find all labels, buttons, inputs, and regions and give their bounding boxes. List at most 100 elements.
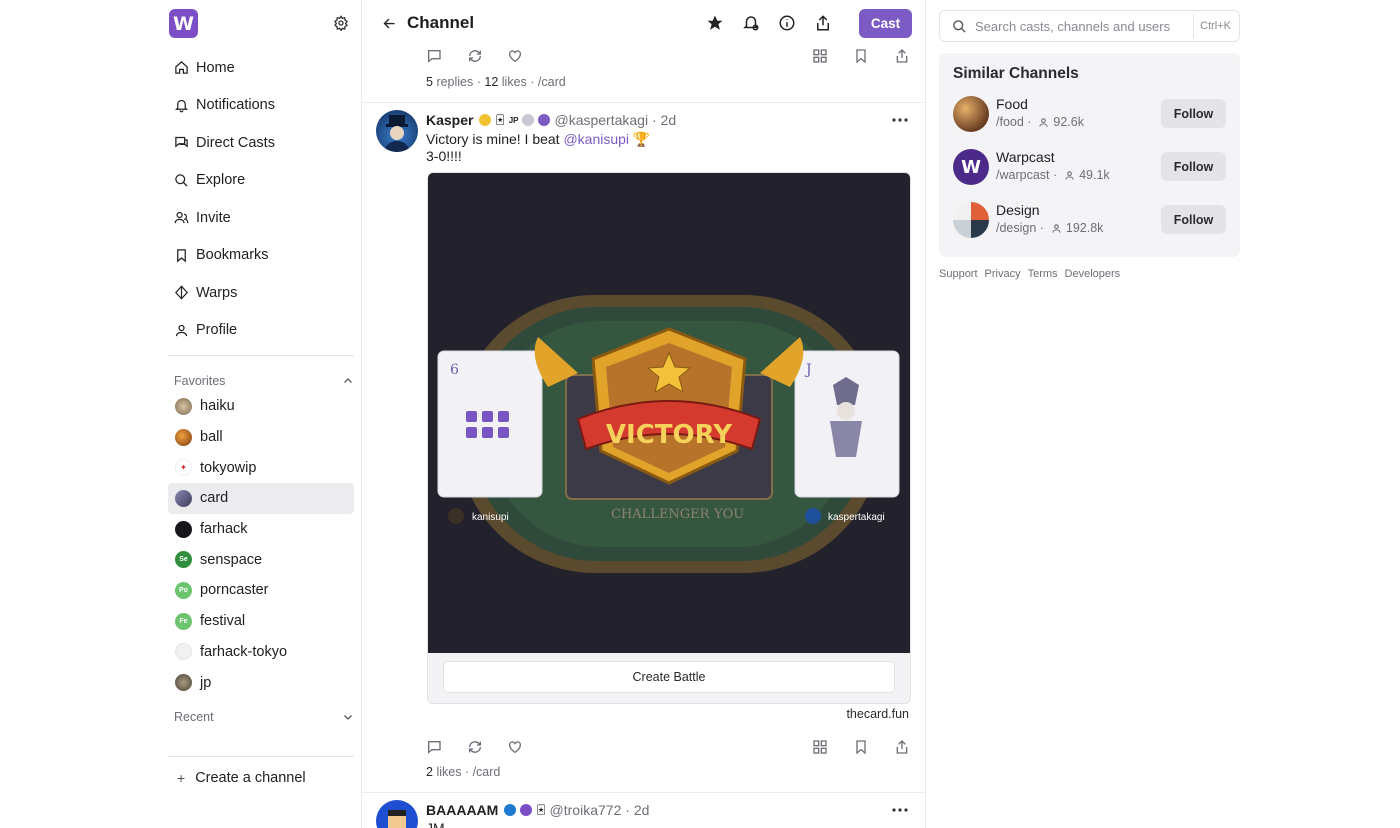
you-label: YOU: [713, 507, 744, 522]
gear-icon[interactable]: [333, 15, 349, 31]
channel-avatar: [175, 428, 192, 446]
channel-name: Warpcast: [996, 149, 1055, 165]
avatar[interactable]: [376, 800, 418, 828]
cast-button[interactable]: Cast: [859, 9, 912, 38]
favorite-label: jp: [200, 674, 212, 691]
channel-avatar: [175, 520, 192, 538]
bookmark-icon[interactable]: [853, 48, 869, 64]
chat-icon: [175, 137, 188, 148]
terms-link[interactable]: Terms: [1028, 268, 1058, 280]
author-handle[interactable]: @kaspertakagi: [554, 112, 648, 128]
favorite-tokyowip[interactable]: ✦ tokyowip: [168, 452, 354, 483]
avatar[interactable]: [376, 110, 418, 152]
author-name[interactable]: BAAAAAM: [426, 802, 498, 818]
nav-direct-casts[interactable]: Direct Casts: [174, 124, 354, 162]
badge-icon: [522, 114, 535, 126]
follow-button[interactable]: Follow: [1161, 152, 1226, 181]
info-icon[interactable]: [778, 14, 796, 32]
share-icon[interactable]: [894, 739, 910, 755]
feed-header: Channel Cast: [362, 0, 925, 47]
favorite-porncaster[interactable]: Po porncaster: [168, 575, 354, 606]
right-player: kaspertakagi: [828, 512, 885, 523]
warpcast-logo[interactable]: W: [169, 9, 198, 38]
channel-meta: /warpcast · 49.1k: [996, 168, 1110, 182]
follow-button[interactable]: Follow: [1161, 205, 1226, 234]
header-actions: [688, 14, 832, 32]
favorite-senspace[interactable]: Se senspace: [168, 544, 354, 575]
similar-channels-title: Similar Channels: [953, 65, 1079, 82]
heart-icon[interactable]: [507, 739, 523, 755]
star-icon[interactable]: [706, 14, 724, 32]
arrow-left-icon[interactable]: [382, 16, 397, 31]
frame-domain[interactable]: thecard.fun: [846, 707, 909, 721]
post-stats: 2 likes · /card: [426, 765, 501, 779]
likes-count[interactable]: 2: [426, 765, 433, 779]
nav-label: Direct Casts: [196, 134, 275, 151]
replies-count[interactable]: 5: [426, 75, 433, 89]
follow-button[interactable]: Follow: [1161, 99, 1226, 128]
nav-home[interactable]: Home: [174, 49, 354, 87]
recent-label: Recent: [174, 710, 214, 724]
search-input[interactable]: Search casts, channels and users Ctrl+K: [939, 10, 1240, 42]
channel-row-warpcast[interactable]: W Warpcast /warpcast · 49.1k Follow: [953, 149, 1226, 185]
privacy-link[interactable]: Privacy: [985, 268, 1021, 280]
favorites-header[interactable]: Favorites: [174, 374, 354, 388]
favorite-festival[interactable]: Fe festival: [168, 606, 354, 637]
more-icon[interactable]: [891, 117, 909, 123]
grid-icon[interactable]: [812, 48, 828, 64]
channel-link[interactable]: /card: [473, 765, 501, 779]
nav-label: Notifications: [196, 97, 275, 114]
share-icon[interactable]: [814, 14, 832, 32]
comment-icon[interactable]: [426, 739, 442, 755]
share-icon[interactable]: [894, 48, 910, 64]
right-card: J: [794, 350, 900, 498]
frame-embed: 6 J VICTORY kanisupi CHALLENGER YOU kasp…: [427, 172, 911, 704]
favorite-label: festival: [200, 613, 246, 630]
channel-row-design[interactable]: Design /design · 192.8k Follow: [953, 202, 1226, 238]
author-name[interactable]: Kasper: [426, 112, 473, 128]
author-handle[interactable]: @troika772: [550, 802, 622, 818]
support-link[interactable]: Support: [939, 268, 978, 280]
recast-icon[interactable]: [467, 48, 483, 64]
recast-icon[interactable]: [467, 739, 483, 755]
avatar-image: [384, 115, 410, 152]
favorite-farhack-tokyo[interactable]: farhack-tokyo: [168, 637, 354, 668]
post-text-line2: 3-0!!!!: [426, 148, 462, 164]
left-card-rank: 6: [450, 362, 459, 378]
favorite-jp[interactable]: jp: [168, 667, 354, 698]
favorite-farhack[interactable]: farhack: [168, 514, 354, 545]
grid-icon[interactable]: [812, 739, 828, 755]
search-icon: [953, 19, 966, 33]
likes-count[interactable]: 12: [484, 75, 498, 89]
victory-banner: VICTORY: [606, 420, 733, 450]
channel-avatar: [175, 674, 192, 692]
comment-icon[interactable]: [426, 48, 442, 64]
developers-link[interactable]: Developers: [1065, 268, 1121, 280]
nav-bookmarks[interactable]: Bookmarks: [174, 237, 354, 275]
more-icon[interactable]: [891, 807, 909, 813]
create-battle-button[interactable]: Create Battle: [443, 661, 895, 693]
nav-notifications[interactable]: Notifications: [174, 87, 354, 125]
recent-header[interactable]: Recent: [174, 710, 354, 724]
channel-link[interactable]: /card: [538, 75, 566, 89]
left-card: 6: [437, 350, 543, 498]
bookmark-icon[interactable]: [853, 739, 869, 755]
channel-avatar: [953, 96, 989, 132]
favorite-haiku[interactable]: haiku: [168, 391, 354, 422]
logo-row: W: [169, 9, 353, 38]
post-author-row: Kasper 🃏 JP @kaspertakagi · 2d: [426, 112, 676, 128]
nav-invite[interactable]: Invite: [174, 199, 354, 237]
bookmark-icon: [177, 249, 186, 263]
nav-profile[interactable]: Profile: [174, 312, 354, 350]
create-channel-button[interactable]: + Create a channel: [177, 770, 306, 786]
favorite-ball[interactable]: ball: [168, 422, 354, 453]
bell-settings-icon[interactable]: [742, 14, 760, 32]
channel-row-food[interactable]: Food /food · 92.6k Follow: [953, 96, 1226, 132]
heart-icon[interactable]: [507, 48, 523, 64]
nav-explore[interactable]: Explore: [174, 162, 354, 200]
mention-link[interactable]: @kanisupi: [563, 131, 629, 147]
frame-image[interactable]: 6 J VICTORY kanisupi CHALLENGER YOU kasp…: [428, 173, 910, 653]
nav-warps[interactable]: Warps: [174, 274, 354, 312]
favorite-card[interactable]: card: [168, 483, 354, 514]
post-body: Victory is mine! I beat @kanisupi 🏆 3-0!…: [426, 131, 650, 165]
